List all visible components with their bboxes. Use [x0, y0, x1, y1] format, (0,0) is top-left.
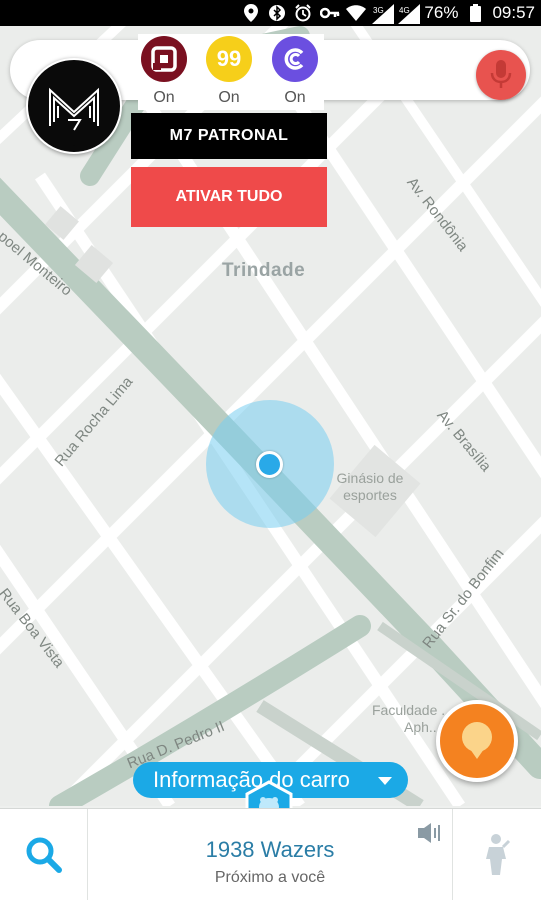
current-location-dot [256, 451, 283, 478]
location-icon [242, 4, 260, 22]
microphone-button[interactable] [476, 50, 526, 100]
cabify-app-status: On [284, 89, 306, 106]
pop-app-status: On [153, 89, 175, 106]
wifi-icon [346, 4, 367, 22]
signal-3g-icon: 3G [372, 4, 395, 24]
svg-text:M7: M7 [73, 145, 77, 147]
key-icon [320, 4, 340, 22]
bluetooth-icon [268, 4, 286, 22]
alarm-icon [294, 4, 312, 22]
wazers-nearby-panel[interactable]: 1938 Wazers Próximo a você [88, 809, 452, 900]
sound-icon[interactable] [418, 822, 442, 844]
search-icon [26, 837, 62, 873]
clock-time: 09:57 [492, 3, 535, 22]
wazers-nearby-label: Próximo a você [214, 869, 326, 886]
search-button[interactable] [0, 809, 88, 900]
pop-app-toggle[interactable]: On [141, 36, 187, 107]
m7-logo[interactable]: M7 [26, 58, 122, 154]
status-bar: 3G 4G 76% 09:57 [0, 0, 541, 26]
screen: 3G 4G 76% 09:57 Trindade Av. Rondônia po… [0, 0, 541, 900]
person-icon [486, 834, 511, 875]
wazers-count: 1938 Wazers [205, 837, 335, 862]
microphone-icon [490, 60, 512, 88]
99-app-icon: 99 [206, 36, 252, 82]
place-label: Ginásio de esportes [336, 470, 404, 503]
svg-text:4G: 4G [399, 6, 410, 15]
chevron-down-icon [378, 777, 392, 785]
cabify-app-toggle[interactable]: On [272, 36, 318, 107]
battery-icon [466, 4, 484, 22]
ride-app-toggles: On 99 On On [138, 34, 324, 110]
m7-patronal-button[interactable]: M7 PATRONAL [131, 113, 327, 159]
district-label: Trindade [222, 260, 306, 281]
pop-app-icon [141, 36, 187, 82]
report-button[interactable] [436, 700, 518, 782]
report-bubble-icon [462, 722, 492, 759]
signal-4g-icon: 4G [398, 4, 421, 24]
ativar-tudo-button[interactable]: ATIVAR TUDO [131, 167, 327, 227]
battery-percent: 76% [424, 3, 459, 22]
svg-text:3G: 3G [373, 6, 384, 15]
people-button[interactable] [452, 809, 541, 900]
cabify-app-icon [272, 36, 318, 82]
99-app-toggle[interactable]: 99 On [206, 36, 252, 107]
bottom-bar: 1938 Wazers Próximo a você [0, 808, 541, 900]
99-app-status: On [218, 89, 240, 106]
m7-logo-icon: M7 [49, 87, 99, 147]
